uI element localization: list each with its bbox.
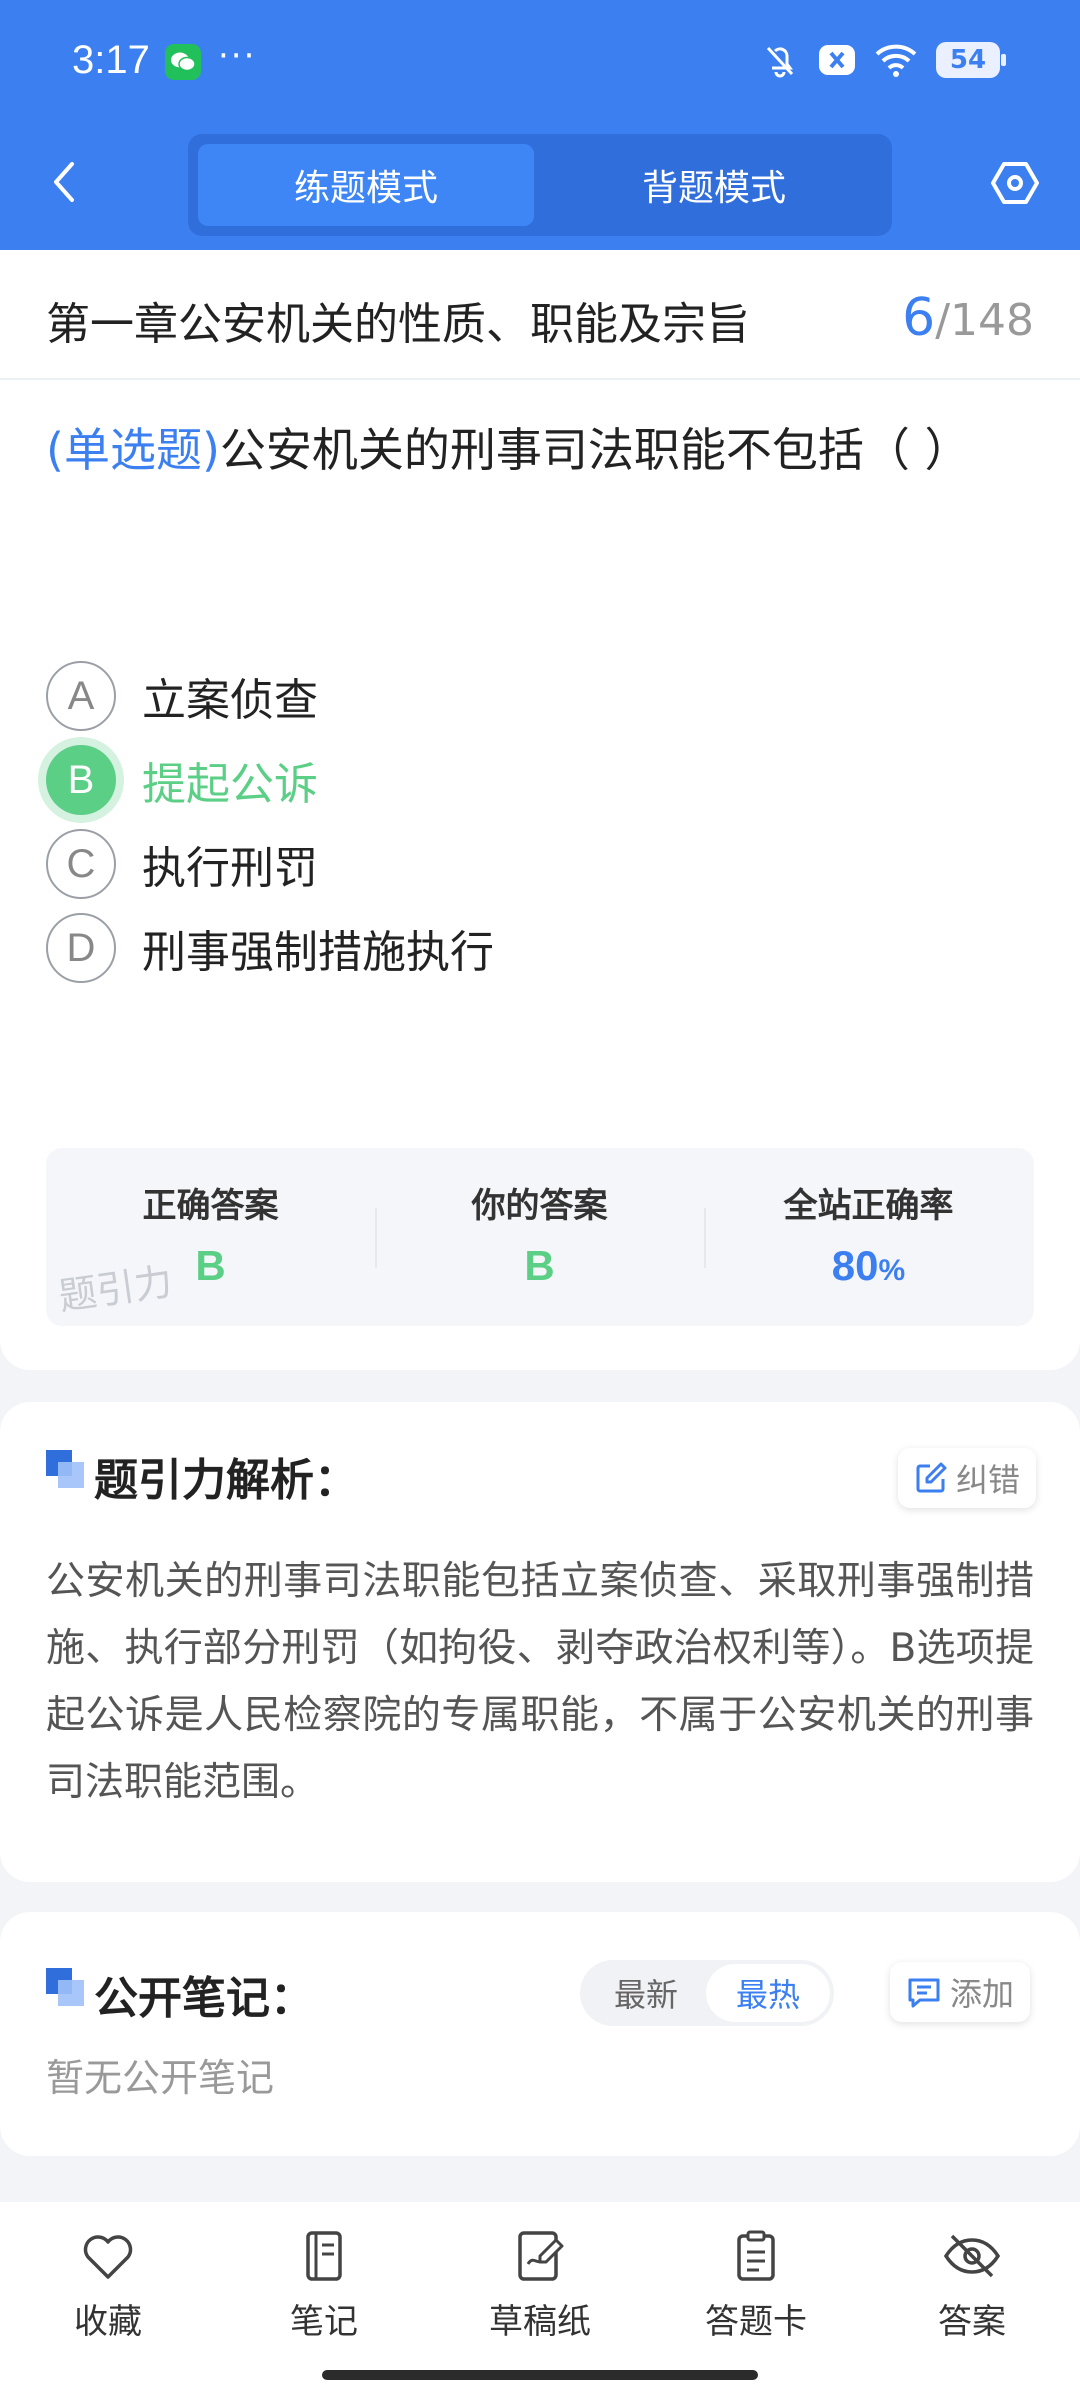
battery-icon: 54 xyxy=(936,42,1006,78)
section-icon xyxy=(46,1968,86,2008)
notes-sort-toggle: 最新 最热 xyxy=(580,1960,834,2026)
answer-stats: 正确答案 B 题引力 你的答案 B 全站正确率 80% xyxy=(46,1148,1034,1326)
option-a[interactable]: A 立案侦查 xyxy=(46,658,946,734)
wifi-icon xyxy=(875,44,917,77)
question-text: (单选题)公安机关的刑事司法职能不包括（ ） xyxy=(46,408,1036,492)
question-card: 第一章公安机关的性质、职能及宗旨 6/148 (单选题)公安机关的刑事司法职能不… xyxy=(0,250,1080,1370)
draft-label: 草稿纸 xyxy=(489,2302,591,2342)
report-error-button[interactable]: 纠错 xyxy=(898,1448,1037,1508)
option-text: 执行刑罚 xyxy=(142,843,318,894)
notes-label: 笔记 xyxy=(290,2302,358,2342)
question-type: (单选题) xyxy=(46,423,220,477)
your-answer-label: 你的答案 xyxy=(471,1186,608,1226)
status-bar: 3:17 ··· 54 xyxy=(0,0,1080,125)
option-letter: B xyxy=(46,745,116,815)
your-answer-value: B xyxy=(524,1242,555,1289)
draft-icon xyxy=(518,2231,564,2281)
status-time: 3:17 xyxy=(72,38,150,82)
option-letter: A xyxy=(46,661,116,731)
heart-icon xyxy=(83,2235,133,2279)
settings-hex-icon[interactable] xyxy=(990,158,1040,208)
accuracy-number: 80 xyxy=(831,1242,879,1289)
notes-title: 公开笔记： xyxy=(94,1973,314,2024)
notebook-icon xyxy=(306,2231,342,2281)
total-number: /148 xyxy=(935,295,1034,346)
chapter-bar: 第一章公安机关的性质、职能及宗旨 6/148 xyxy=(0,250,1080,380)
accuracy-stat: 全站正确率 80% xyxy=(704,1148,1033,1326)
analysis-title: 题引力解析： xyxy=(94,1455,358,1506)
tab-practice-mode[interactable]: 练题模式 xyxy=(198,144,534,226)
answer-card-icon xyxy=(737,2230,775,2281)
current-number: 6 xyxy=(902,288,936,348)
option-text: 刑事强制措施执行 xyxy=(142,927,494,978)
comment-icon xyxy=(908,1978,940,2008)
favorite-label: 收藏 xyxy=(74,2302,142,2342)
notes-card: 公开笔记： 最新 最热 添加 暂无公开笔记 xyxy=(0,1912,1080,2156)
analysis-text: 公安机关的刑事司法职能包括立案侦查、采取刑事强制措施、执行部分刑罚（如拘役、剥夺… xyxy=(46,1559,1034,1805)
chapter-title: 第一章公安机关的性质、职能及宗旨 xyxy=(46,299,750,350)
answer-card-label: 答题卡 xyxy=(705,2302,807,2342)
add-note-label: 添加 xyxy=(950,1975,1015,2013)
question-progress: 6/148 xyxy=(902,288,1034,348)
answer-card-button[interactable]: 答题卡 xyxy=(676,2230,836,2343)
option-text: 立案侦查 xyxy=(142,675,318,726)
mode-switch: 练题模式 背题模式 xyxy=(188,134,892,236)
tab-memorize-mode[interactable]: 背题模式 xyxy=(546,144,882,226)
accuracy-value: 80% xyxy=(704,1242,1033,1290)
sort-hottest-button[interactable]: 最热 xyxy=(706,1964,830,2022)
your-answer-stat: 你的答案 B xyxy=(375,1148,704,1326)
draft-button[interactable]: 草稿纸 xyxy=(460,2230,620,2343)
notes-empty-text: 暂无公开笔记 xyxy=(46,2056,275,2100)
wechat-icon xyxy=(165,44,201,80)
option-b[interactable]: B 提起公诉 xyxy=(46,742,946,818)
edit-icon xyxy=(916,1462,947,1493)
more-notifications-icon: ··· xyxy=(218,36,257,76)
option-text: 提起公诉 xyxy=(142,759,318,810)
accuracy-unit: % xyxy=(878,1254,906,1287)
question-stem: 公安机关的刑事司法职能不包括（ ） xyxy=(219,423,971,477)
sort-newest-button[interactable]: 最新 xyxy=(584,1964,708,2022)
option-d[interactable]: D 刑事强制措施执行 xyxy=(46,910,946,986)
correct-answer-label: 正确答案 xyxy=(142,1186,279,1226)
show-answer-button[interactable]: 答案 xyxy=(892,2230,1052,2343)
option-c[interactable]: C 执行刑罚 xyxy=(46,826,946,902)
home-indicator[interactable] xyxy=(322,2370,758,2380)
add-note-button[interactable]: 添加 xyxy=(890,1962,1031,2022)
notes-button[interactable]: 笔记 xyxy=(244,2230,404,2343)
back-button[interactable] xyxy=(44,158,84,206)
favorite-button[interactable]: 收藏 xyxy=(28,2230,188,2343)
option-letter: D xyxy=(46,913,116,983)
accuracy-label: 全站正确率 xyxy=(783,1186,954,1226)
eye-off-icon xyxy=(943,2234,1001,2278)
show-answer-label: 答案 xyxy=(938,2302,1006,2342)
report-error-label: 纠错 xyxy=(956,1461,1021,1499)
option-letter: C xyxy=(46,829,116,899)
app-header: 3:17 ··· 54 练题模式 背题模式 xyxy=(0,0,1080,250)
analysis-card: 题引力解析： 纠错 公安机关的刑事司法职能包括立案侦查、采取刑事强制措施、执行部… xyxy=(0,1402,1080,1882)
section-icon xyxy=(46,1450,86,1490)
correct-answer-stat: 正确答案 B 题引力 xyxy=(46,1148,375,1326)
close-app-icon xyxy=(819,45,855,75)
bell-off-icon xyxy=(766,46,794,78)
